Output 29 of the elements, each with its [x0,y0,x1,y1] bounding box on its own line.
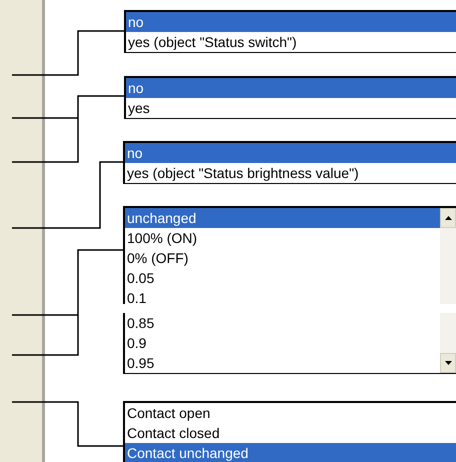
list-option[interactable]: yes (object "Status switch") [126,32,456,52]
list-option[interactable]: unchanged [125,208,440,228]
list-box[interactable]: unchanged 100% (ON) 0% (OFF) 0.05 0.1 [123,206,456,304]
list-option[interactable]: 0.05 [125,268,440,288]
scroll-down-button[interactable] [440,353,456,373]
list-option[interactable]: Contact closed [125,423,456,443]
list-box[interactable]: no yes [124,76,456,119]
list-box[interactable]: 0.85 0.9 0.95 [123,313,456,374]
scroll-up-button[interactable] [440,208,456,228]
list-option[interactable]: 0.9 [125,333,440,353]
list-box[interactable]: no yes (object "Status brightness value") [123,141,456,184]
list-option[interactable]: 100% (ON) [125,228,440,248]
list-box[interactable]: Contact open Contact closed Contact unchanged [123,401,456,462]
list-option[interactable]: Contact open [125,403,456,423]
list-option[interactable]: yes (object "Status brightness value") [125,163,456,183]
list-box[interactable]: no yes (object "Status switch") [124,10,456,53]
list-option[interactable]: yes [126,98,456,118]
list-option[interactable]: 0.1 [125,288,440,304]
list-option[interactable]: 0.95 [125,353,440,373]
down-arrow-icon [444,361,452,365]
scrollbar[interactable] [440,208,456,304]
scrollbar[interactable] [440,313,456,373]
up-arrow-icon [444,216,452,220]
list-option[interactable]: no [126,12,456,32]
list-option[interactable]: 0% (OFF) [125,248,440,268]
list-option[interactable]: no [125,143,456,163]
list-option[interactable]: Contact unchanged [125,443,456,462]
list-option[interactable]: 0.85 [125,313,440,333]
list-option[interactable]: no [126,78,456,98]
